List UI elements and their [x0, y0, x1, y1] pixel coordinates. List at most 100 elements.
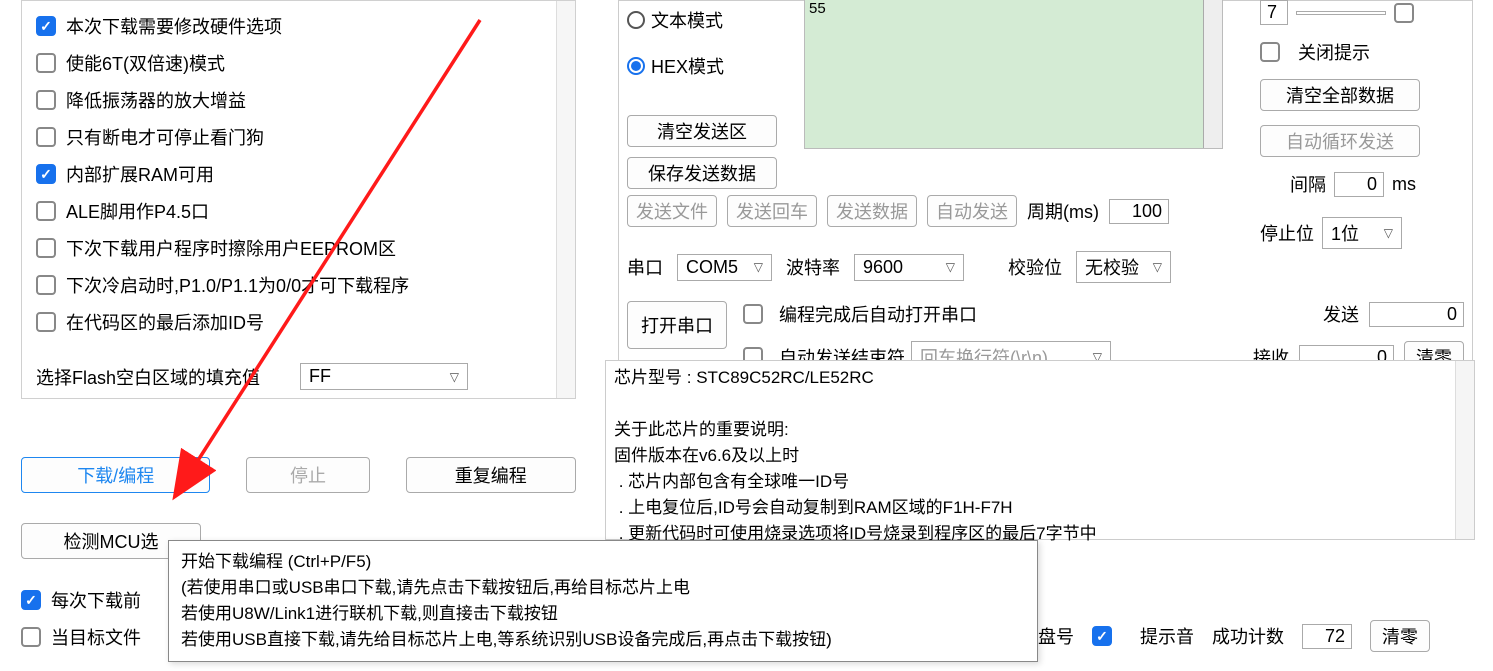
port-value: COM5: [686, 257, 738, 278]
parity-select[interactable]: 无校验 ▽: [1076, 251, 1171, 283]
download-button[interactable]: 下载/编程: [21, 457, 210, 493]
auto-send-button[interactable]: 自动发送: [927, 195, 1017, 227]
chevron-down-icon: ▽: [450, 370, 459, 384]
parity-value: 无校验: [1085, 254, 1139, 280]
label: HEX模式: [651, 53, 724, 79]
disk-label: 盘号: [1038, 623, 1074, 649]
hw-option-label: ALE脚用作P4.5口: [66, 198, 209, 224]
chevron-down-icon: ▽: [754, 260, 763, 274]
stop-bit-select[interactable]: 1位 ▽: [1322, 217, 1402, 249]
checkbox-icon[interactable]: [1394, 3, 1414, 23]
text-mode-radio[interactable]: 文本模式: [627, 7, 787, 33]
stop-value: 1位: [1331, 220, 1359, 246]
clear-success-button[interactable]: 清零: [1370, 620, 1430, 652]
serial-config-row: 串口 COM5 ▽ 波特率 9600 ▽ 校验位 无校验 ▽: [627, 251, 1464, 283]
hw-option-label: 降低振荡器的放大增益: [66, 87, 246, 113]
checkbox-icon[interactable]: [1260, 42, 1280, 62]
chip-value: STC89C52RC/LE52RC: [696, 368, 874, 387]
repeat-button[interactable]: 重复编程: [406, 457, 576, 493]
download-tooltip: 开始下载编程 (Ctrl+P/F5) (若使用串口或USB串口下载,请先点击下载…: [168, 540, 1038, 662]
hw-option-label: 下次下载用户程序时擦除用户EEPROM区: [66, 235, 396, 261]
send-area-buttons: 清空发送区 保存发送数据: [627, 115, 787, 189]
flash-fill-value: FF: [309, 366, 331, 387]
chevron-down-icon: ▽: [1384, 226, 1393, 240]
send-cr-button[interactable]: 发送回车: [727, 195, 817, 227]
hw-option-label: 只有断电才可停止看门狗: [66, 124, 264, 150]
log-line: 固件版本在v6.6及以上时: [614, 446, 799, 465]
interval-label: 间隔: [1290, 171, 1326, 197]
flash-fill-row: 选择Flash空白区域的填充值 FF ▽: [36, 363, 561, 390]
baud-value: 9600: [863, 257, 903, 278]
checkbox-icon[interactable]: [36, 275, 56, 295]
checkbox-icon[interactable]: [36, 90, 56, 110]
auto-loop-button[interactable]: 自动循环发送: [1260, 125, 1420, 157]
beep-label: 提示音: [1140, 623, 1194, 649]
checkbox-icon[interactable]: [36, 16, 56, 36]
send-data-button[interactable]: 发送数据: [827, 195, 917, 227]
hw-option-label: 内部扩展RAM可用: [66, 161, 214, 187]
label: 当目标文件: [51, 624, 141, 650]
hw-option-8[interactable]: 在代码区的最后添加ID号: [36, 309, 561, 335]
period-label: 周期(ms): [1027, 198, 1099, 224]
action-button-row: 下载/编程 停止 重复编程: [21, 457, 576, 493]
clear-all-button[interactable]: 清空全部数据: [1260, 79, 1420, 111]
send-textarea[interactable]: 55: [804, 0, 1223, 149]
bottom-right-bar: 盘号 提示音 成功计数 72 清零: [1038, 620, 1430, 652]
hw-option-7[interactable]: 下次冷启动时,P1.0/P1.1为0/0才可下载程序: [36, 272, 561, 298]
port-select[interactable]: COM5 ▽: [677, 254, 772, 281]
tooltip-title: 开始下载编程 (Ctrl+P/F5): [181, 549, 1025, 575]
hw-option-label: 在代码区的最后添加ID号: [66, 309, 264, 335]
checkbox-icon[interactable]: [36, 53, 56, 73]
hw-option-4[interactable]: 内部扩展RAM可用: [36, 161, 561, 187]
side-num-input[interactable]: 7: [1260, 0, 1288, 25]
hw-option-0[interactable]: 本次下载需要修改硬件选项: [36, 13, 561, 39]
side-num-row: 7: [1260, 0, 1470, 25]
baud-select[interactable]: 9600 ▽: [854, 254, 964, 281]
mode-col: 文本模式 HEX模式 清空发送区 保存发送数据: [627, 7, 787, 189]
baud-label: 波特率: [786, 254, 840, 280]
log-line: . 上电复位后,ID号会自动复制到RAM区域的F1H-F7H: [614, 498, 1013, 517]
desc-title: 关于此芯片的重要说明:: [614, 420, 789, 439]
save-send-button[interactable]: 保存发送数据: [627, 157, 777, 189]
hw-option-6[interactable]: 下次下载用户程序时擦除用户EEPROM区: [36, 235, 561, 261]
hw-option-label: 下次冷启动时,P1.0/P1.1为0/0才可下载程序: [66, 272, 409, 298]
tooltip-line: 若使用USB直接下载,请先给目标芯片上电,等系统识别USB设备完成后,再点击下载…: [181, 627, 1025, 653]
clear-send-button[interactable]: 清空发送区: [627, 115, 777, 147]
log-textarea[interactable]: 芯片型号 : STC89C52RC/LE52RC 关于此芯片的重要说明: 固件版…: [605, 360, 1475, 540]
interval-input[interactable]: 0: [1334, 172, 1384, 197]
checkbox-icon[interactable]: [36, 201, 56, 221]
checkbox-icon[interactable]: [36, 127, 56, 147]
flash-fill-select[interactable]: FF ▽: [300, 363, 468, 390]
side-extra-input[interactable]: [1296, 11, 1386, 15]
hex-mode-radio[interactable]: HEX模式: [627, 53, 787, 79]
send-count-row: 发送 0: [1323, 301, 1464, 327]
hw-option-5[interactable]: ALE脚用作P4.5口: [36, 198, 561, 224]
checkbox-icon[interactable]: [36, 164, 56, 184]
hw-option-2[interactable]: 降低振荡器的放大增益: [36, 87, 561, 113]
hw-option-3[interactable]: 只有断电才可停止看门狗: [36, 124, 561, 150]
hw-option-1[interactable]: 使能6T(双倍速)模式: [36, 50, 561, 76]
tooltip-line: 若使用U8W/Link1进行联机下载,则直接击下载按钮: [181, 601, 1025, 627]
radio-icon[interactable]: [627, 11, 645, 29]
hardware-options-box: 本次下载需要修改硬件选项 使能6T(双倍速)模式 降低振荡器的放大增益 只有断电…: [21, 0, 576, 399]
interval-unit: ms: [1392, 174, 1416, 195]
checkbox-icon[interactable]: [21, 590, 41, 610]
chevron-down-icon: ▽: [1153, 260, 1162, 274]
radio-icon[interactable]: [627, 57, 645, 75]
send-file-button[interactable]: 发送文件: [627, 195, 717, 227]
label: 文本模式: [651, 7, 723, 33]
send-count: 0: [1369, 302, 1464, 327]
checkbox-icon[interactable]: [1092, 626, 1112, 646]
hw-option-label: 本次下载需要修改硬件选项: [66, 13, 282, 39]
checkbox-icon[interactable]: [36, 238, 56, 258]
checkbox-icon[interactable]: [36, 312, 56, 332]
checkbox-icon[interactable]: [21, 627, 41, 647]
open-port-button[interactable]: 打开串口: [627, 301, 727, 349]
close-hint-check[interactable]: 关闭提示: [1260, 39, 1470, 65]
port-label: 串口: [627, 254, 663, 280]
checkbox-icon[interactable]: [743, 304, 763, 324]
stop-button[interactable]: 停止: [246, 457, 369, 493]
period-input[interactable]: 100: [1109, 199, 1169, 224]
auto-open-check[interactable]: 编程完成后自动打开串口: [743, 301, 1111, 327]
send-label: 发送: [1323, 301, 1359, 327]
